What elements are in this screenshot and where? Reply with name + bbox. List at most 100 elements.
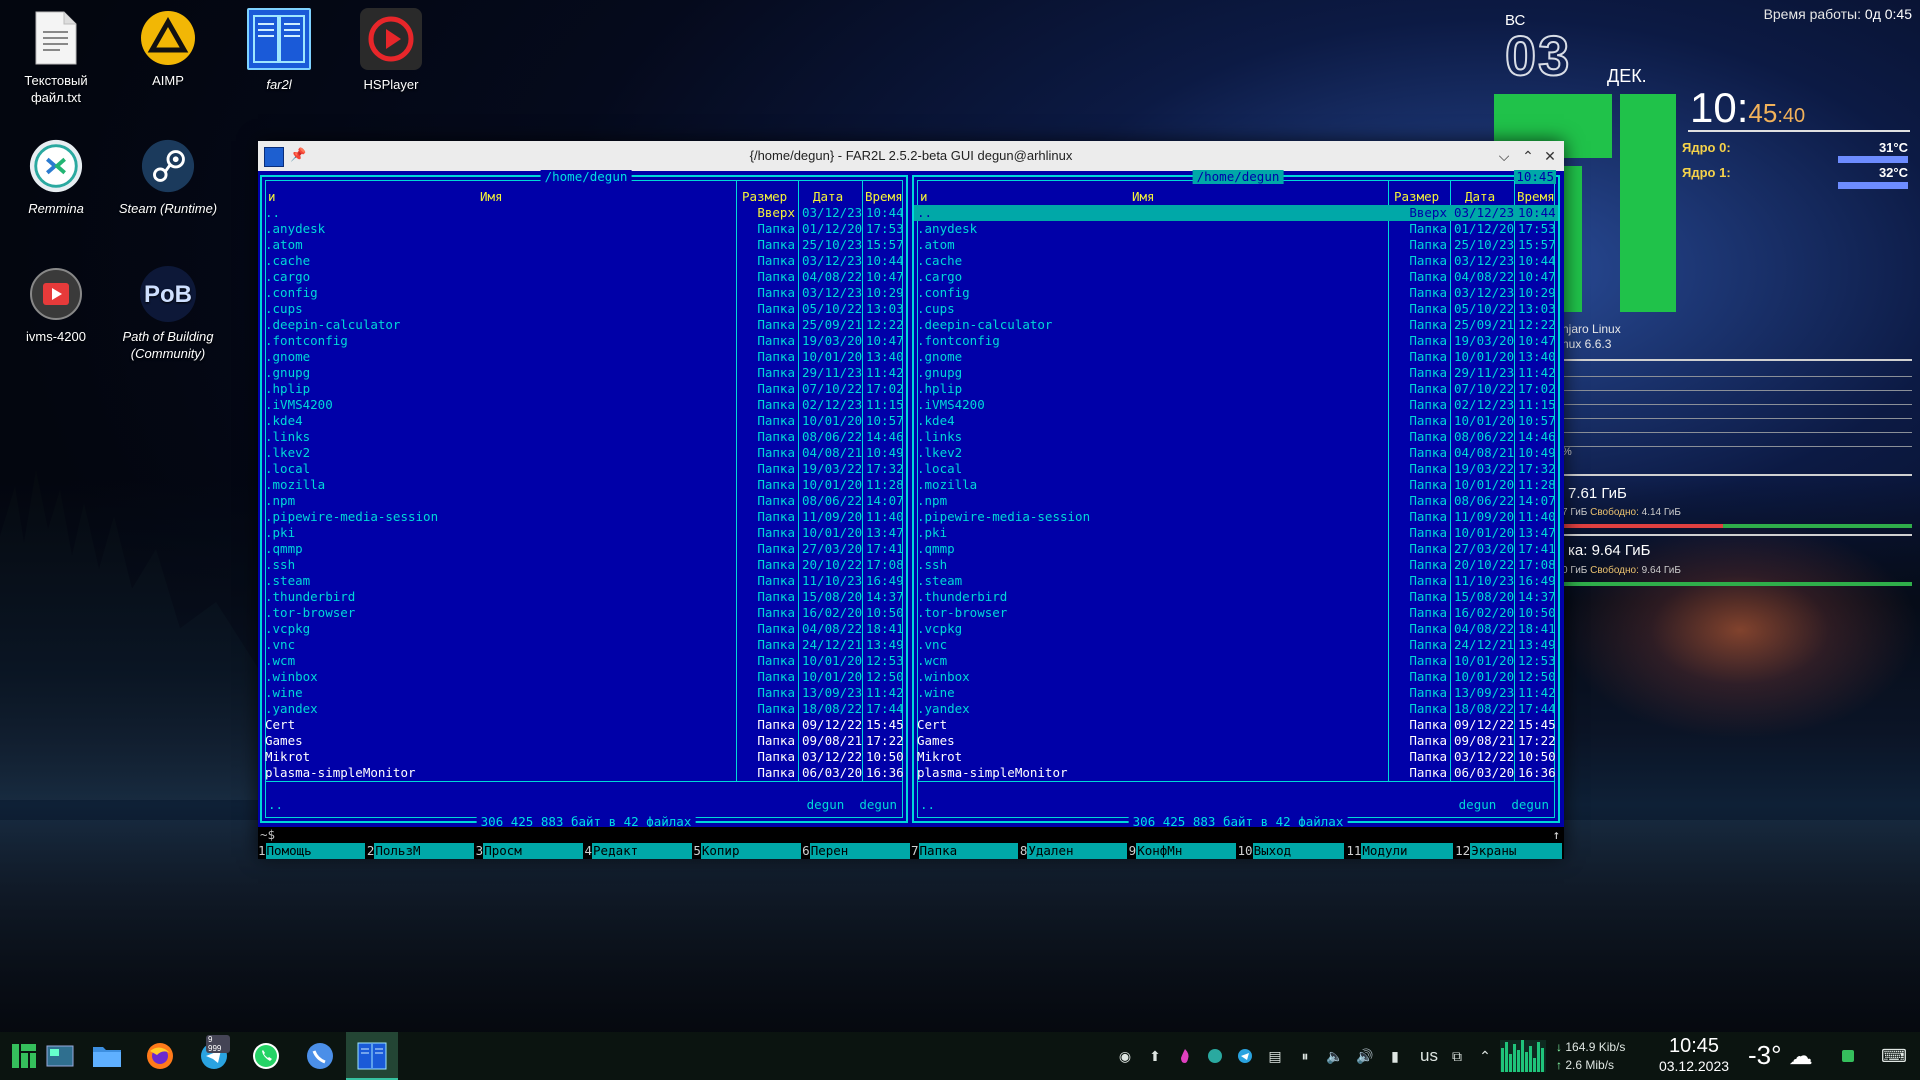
taskbar-clock[interactable]: 10:45 03.12.2023 [1648, 1035, 1740, 1075]
file-row[interactable]: .npm Папка 08/06/22 14:07 [262, 493, 906, 509]
function-key-bar[interactable]: 1Помощь 2ПользМ 3Просм 4Редакт 5Копир 6Перен 7… [258, 843, 1564, 859]
app-launcher-icon[interactable] [8, 1040, 40, 1072]
file-row[interactable]: .kde4 Папка 10/01/20 10:57 [262, 413, 906, 429]
audio-output-tray-icon[interactable]: 🔊 [1356, 1047, 1374, 1065]
file-row[interactable]: .pipewire-media-session Папка 11/09/20 11:4… [262, 509, 906, 525]
file-row[interactable]: .wcm Папка 10/01/20 12:53 [914, 653, 1558, 669]
col-header-name[interactable]: Имя [480, 189, 503, 205]
firefox-icon[interactable] [144, 1040, 176, 1072]
function-key-6[interactable]: 6Перен [802, 843, 910, 859]
file-row[interactable]: Mikrot Папка 03/12/22 10:50 [262, 749, 906, 765]
desktop-switcher-icon[interactable] [44, 1040, 76, 1072]
function-key-8[interactable]: 8Удален [1020, 843, 1128, 859]
file-row[interactable]: .lkev2 Папка 04/08/21 10:49 [262, 445, 906, 461]
file-row[interactable]: .cache Папка 03/12/23 10:44 [914, 253, 1558, 269]
file-row[interactable]: .gnome Папка 10/01/20 13:40 [262, 349, 906, 365]
whatsapp-icon[interactable] [250, 1040, 282, 1072]
usb-tray-icon[interactable]: ▮ [1386, 1047, 1404, 1065]
remmina-tray-icon[interactable] [1206, 1047, 1224, 1065]
col-header-size[interactable]: Размер [742, 189, 787, 205]
file-row[interactable]: plasma-simpleMonitor Папка 06/03/20 16:36 [914, 765, 1558, 781]
file-row[interactable]: .iVMS4200 Папка 02/12/23 11:15 [914, 397, 1558, 413]
file-row[interactable]: .vnc Папка 24/12/21 13:49 [914, 637, 1558, 653]
file-list[interactable]: .. Вверх 03/12/23 10:44 .anydesk Папка 01/12/2… [914, 205, 1558, 781]
file-row[interactable]: .winbox Папка 10/01/20 12:50 [914, 669, 1558, 685]
file-row[interactable]: .pki Папка 10/01/20 13:47 [262, 525, 906, 541]
file-row[interactable]: .cups Папка 05/10/22 13:03 [914, 301, 1558, 317]
file-row[interactable]: .tor-browser Папка 16/02/20 10:50 [262, 605, 906, 621]
media-pause-tray-icon[interactable]: ⏸ [1296, 1047, 1314, 1065]
file-row[interactable]: .cargo Папка 04/08/22 10:47 [914, 269, 1558, 285]
file-row[interactable]: .atom Папка 25/10/23 15:57 [914, 237, 1558, 253]
file-row[interactable]: .qmmp Папка 27/03/20 17:41 [262, 541, 906, 557]
file-row[interactable]: .steam Папка 11/10/23 16:49 [914, 573, 1558, 589]
file-list[interactable]: .. Вверх 03/12/23 10:44 .anydesk Папка 01/12/2… [262, 205, 906, 781]
function-key-4[interactable]: 4Редакт [585, 843, 692, 859]
file-row[interactable]: .vcpkg Папка 04/08/22 18:41 [262, 621, 906, 637]
far2l-window[interactable]: 📌 {/home/degun} - FAR2L 2.5.2-beta GUI d… [258, 141, 1564, 859]
file-row[interactable]: .hplip Папка 07/10/22 17:02 [262, 381, 906, 397]
file-row[interactable]: .mozilla Папка 10/01/20 11:28 [262, 477, 906, 493]
file-row[interactable]: .atom Папка 25/10/23 15:57 [262, 237, 906, 253]
file-row[interactable]: .cups Папка 05/10/22 13:03 [262, 301, 906, 317]
file-manager-icon[interactable] [91, 1040, 123, 1072]
file-row[interactable]: .fontconfig Папка 19/03/20 10:47 [262, 333, 906, 349]
file-row[interactable]: .pki Папка 10/01/20 13:47 [914, 525, 1558, 541]
file-row[interactable]: .ssh Папка 20/10/22 17:08 [914, 557, 1558, 573]
file-row[interactable]: .wine Папка 13/09/23 11:42 [914, 685, 1558, 701]
function-key-12[interactable]: 12Экраны [1455, 843, 1563, 859]
file-row[interactable]: Games Папка 09/08/21 17:22 [914, 733, 1558, 749]
file-row[interactable]: .steam Папка 11/10/23 16:49 [262, 573, 906, 589]
file-row[interactable]: Games Папка 09/08/21 17:22 [262, 733, 906, 749]
tray-expand-chevron-icon[interactable]: ⌃ [1476, 1047, 1494, 1065]
desktop-icon-text-file[interactable]: Текстовый файл.txt [6, 10, 106, 106]
scroll-up-arrow-icon[interactable]: ↑ [1552, 827, 1560, 843]
file-row[interactable]: .links Папка 08/06/22 14:46 [262, 429, 906, 445]
file-row[interactable]: .cargo Папка 04/08/22 10:47 [262, 269, 906, 285]
file-row[interactable]: Mikrot Папка 03/12/22 10:50 [914, 749, 1558, 765]
file-row[interactable]: .fontconfig Папка 19/03/20 10:47 [914, 333, 1558, 349]
file-row[interactable]: .pipewire-media-session Папка 11/09/20 11:4… [914, 509, 1558, 525]
whatsapp-tray-icon[interactable]: ◉ [1116, 1047, 1134, 1065]
desktop-icon-far2l[interactable]: far2l [229, 8, 329, 93]
file-row[interactable]: .npm Папка 08/06/22 14:07 [914, 493, 1558, 509]
display-tray-icon[interactable]: ⧉ [1448, 1047, 1466, 1065]
file-row[interactable]: .tor-browser Папка 16/02/20 10:50 [914, 605, 1558, 621]
function-key-10[interactable]: 10Выход [1238, 843, 1345, 859]
file-row[interactable]: .local Папка 19/03/22 17:32 [914, 461, 1558, 477]
file-row[interactable]: .mozilla Папка 10/01/20 11:28 [914, 477, 1558, 493]
col-header-name[interactable]: Имя [1132, 189, 1155, 205]
function-key-11[interactable]: 11Модули [1346, 843, 1454, 859]
file-row[interactable]: .config Папка 03/12/23 10:29 [914, 285, 1558, 301]
function-key-2[interactable]: 2ПользМ [367, 843, 475, 859]
flame-tray-icon[interactable] [1176, 1047, 1194, 1065]
file-row-parent[interactable]: .. Вверх 03/12/23 10:44 [914, 205, 1558, 221]
window-titlebar[interactable]: 📌 {/home/degun} - FAR2L 2.5.2-beta GUI d… [258, 141, 1564, 172]
command-line[interactable]: ~$ ↑ [258, 827, 1564, 843]
file-row[interactable]: .iVMS4200 Папка 02/12/23 11:15 [262, 397, 906, 413]
right-panel[interactable]: /home/degun 10:45 и Имя Размер Дата Врем… [912, 170, 1560, 829]
desktop-icon-remmina[interactable]: Remmina [6, 138, 106, 217]
function-key-3[interactable]: 3Просм [476, 843, 584, 859]
col-header-date[interactable]: Дата [813, 189, 843, 205]
col-header-date[interactable]: Дата [1465, 189, 1495, 205]
volume-tray-icon[interactable]: 🔈 [1326, 1047, 1344, 1065]
file-row[interactable]: plasma-simpleMonitor Папка 06/03/20 16:36 [262, 765, 906, 781]
update-tray-icon[interactable]: ⬆ [1146, 1047, 1164, 1065]
file-row[interactable]: .deepin-calculator Папка 25/09/21 12:22 [914, 317, 1558, 333]
telegram-tray-icon[interactable] [1236, 1047, 1254, 1065]
desktop-icon-steam[interactable]: Steam (Runtime) [118, 138, 218, 217]
function-key-5[interactable]: 5Копир [693, 843, 801, 859]
file-row[interactable]: .yandex Папка 18/08/22 17:44 [914, 701, 1558, 717]
file-row[interactable]: .cache Папка 03/12/23 10:44 [262, 253, 906, 269]
file-row[interactable]: .gnupg Папка 29/11/23 11:42 [914, 365, 1558, 381]
close-button[interactable]: ✕ [1540, 146, 1560, 166]
desktop-icon-pob[interactable]: PoB Path of Building (Community) [118, 266, 218, 362]
file-row[interactable]: .thunderbird Папка 15/08/20 14:37 [262, 589, 906, 605]
col-header-time[interactable]: Время [865, 189, 903, 205]
file-row[interactable]: .links Папка 08/06/22 14:46 [914, 429, 1558, 445]
file-row[interactable]: .config Папка 03/12/23 10:29 [262, 285, 906, 301]
file-row[interactable]: .kde4 Папка 10/01/20 10:57 [914, 413, 1558, 429]
file-row[interactable]: .hplip Папка 07/10/22 17:02 [914, 381, 1558, 397]
function-key-9[interactable]: 9КонфМн [1129, 843, 1237, 859]
